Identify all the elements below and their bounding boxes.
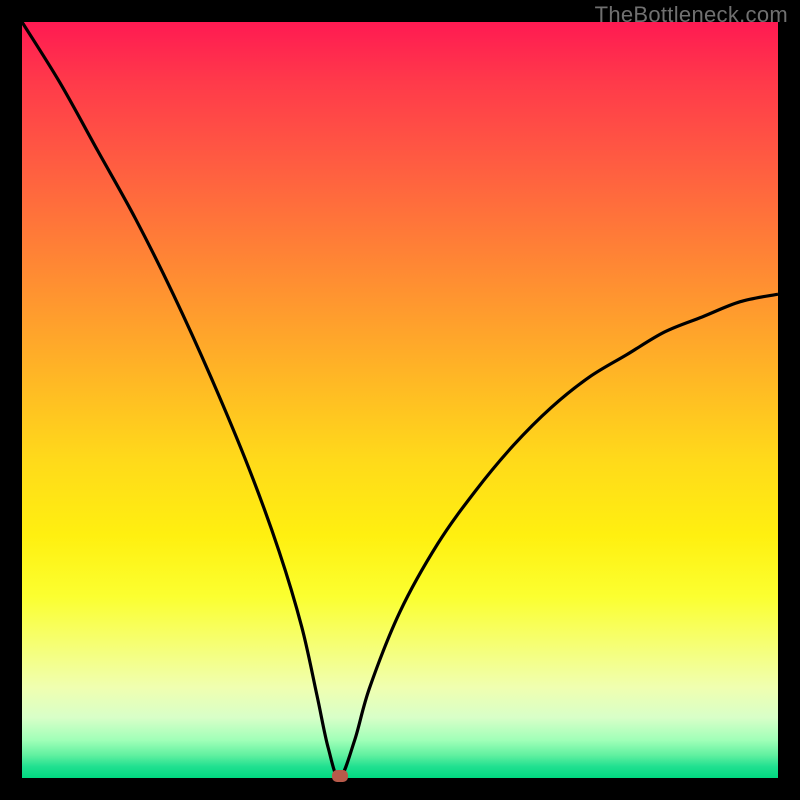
bottleneck-curve [22, 22, 778, 778]
plot-area [22, 22, 778, 778]
optimum-marker [332, 770, 348, 782]
chart-frame: TheBottleneck.com [0, 0, 800, 800]
curve-line [22, 22, 778, 778]
